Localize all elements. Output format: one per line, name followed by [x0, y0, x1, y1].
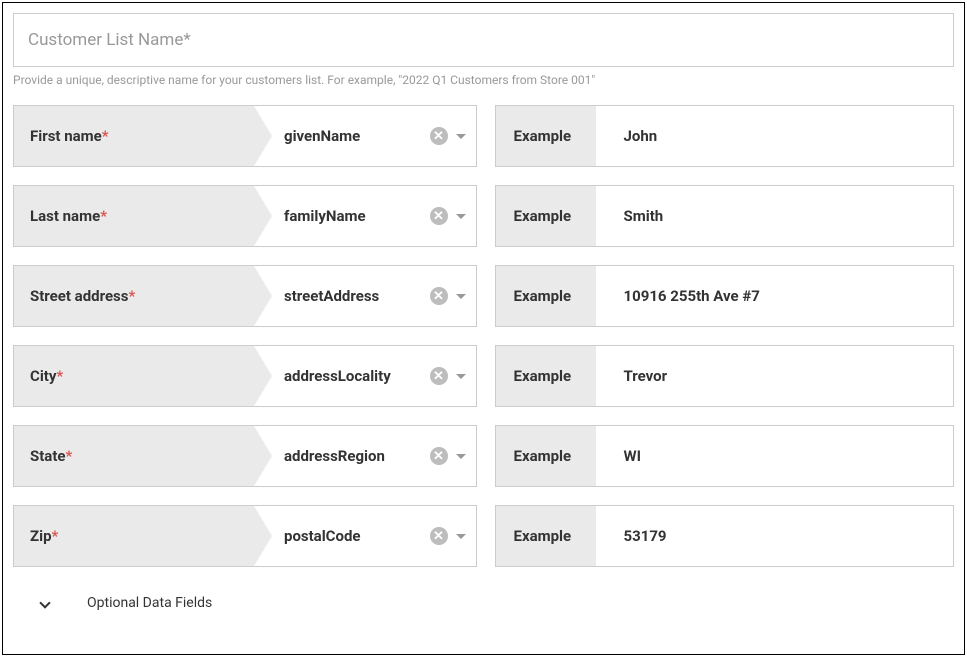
- example-value: Smith: [596, 186, 954, 246]
- chevron-down-icon[interactable]: [456, 374, 466, 379]
- field-label-text: State: [30, 447, 66, 465]
- field-mapping-box: Last name* familyName ✕: [13, 185, 477, 247]
- field-label: Last name*: [14, 186, 254, 246]
- example-label: Example: [496, 506, 596, 566]
- clear-icon[interactable]: ✕: [430, 367, 448, 385]
- field-mapping-select[interactable]: familyName ✕: [254, 186, 476, 246]
- field-label: First name*: [14, 106, 254, 166]
- example-label: Example: [496, 346, 596, 406]
- example-value: WI: [596, 426, 954, 486]
- field-label-text: Zip: [30, 527, 52, 545]
- field-mapping-box: Street address* streetAddress ✕: [13, 265, 477, 327]
- field-row: City* addressLocality ✕ ExampleTrevor: [13, 345, 954, 407]
- field-row: First name* givenName ✕ ExampleJohn: [13, 105, 954, 167]
- field-row: Last name* familyName ✕ ExampleSmith: [13, 185, 954, 247]
- clear-icon[interactable]: ✕: [430, 127, 448, 145]
- required-asterisk: *: [56, 367, 63, 385]
- required-asterisk: *: [66, 447, 73, 465]
- chevron-down-icon[interactable]: [456, 294, 466, 299]
- field-example-box: ExampleSmith: [495, 185, 955, 247]
- field-mapping-box: First name* givenName ✕: [13, 105, 477, 167]
- field-label: Street address*: [14, 266, 254, 326]
- field-mapping-value: familyName: [284, 207, 424, 225]
- chevron-down-icon: [39, 597, 50, 608]
- example-label: Example: [496, 186, 596, 246]
- clear-icon[interactable]: ✕: [430, 207, 448, 225]
- required-asterisk: *: [52, 527, 59, 545]
- optional-data-fields-toggle[interactable]: Optional Data Fields: [13, 595, 954, 611]
- field-label: City*: [14, 346, 254, 406]
- example-label: Example: [496, 266, 596, 326]
- chevron-down-icon[interactable]: [456, 214, 466, 219]
- customer-list-name-input[interactable]: [13, 13, 954, 67]
- field-label: State*: [14, 426, 254, 486]
- field-mapping-box: State* addressRegion ✕: [13, 425, 477, 487]
- field-mapping-value: addressRegion: [284, 447, 424, 465]
- field-example-box: Example53179: [495, 505, 955, 567]
- chevron-down-icon[interactable]: [456, 534, 466, 539]
- clear-icon[interactable]: ✕: [430, 527, 448, 545]
- field-mapping-select[interactable]: streetAddress ✕: [254, 266, 476, 326]
- field-row: Street address* streetAddress ✕ Example1091…: [13, 265, 954, 327]
- example-label: Example: [496, 426, 596, 486]
- field-mapping-select[interactable]: addressRegion ✕: [254, 426, 476, 486]
- field-mapping-value: streetAddress: [284, 287, 424, 305]
- field-label-text: First name: [30, 127, 102, 145]
- example-label: Example: [496, 106, 596, 166]
- field-example-box: Example10916 255th Ave #7: [495, 265, 955, 327]
- required-asterisk: *: [128, 287, 135, 305]
- name-hint: Provide a unique, descriptive name for y…: [13, 73, 954, 87]
- field-mapping-box: City* addressLocality ✕: [13, 345, 477, 407]
- form-container: Provide a unique, descriptive name for y…: [2, 2, 965, 655]
- example-value: John: [596, 106, 954, 166]
- clear-icon[interactable]: ✕: [430, 447, 448, 465]
- field-mapping-value: postalCode: [284, 527, 424, 545]
- field-mapping-select[interactable]: postalCode ✕: [254, 506, 476, 566]
- field-label-text: Street address: [30, 287, 128, 305]
- chevron-down-icon[interactable]: [456, 454, 466, 459]
- field-example-box: ExampleWI: [495, 425, 955, 487]
- field-row: State* addressRegion ✕ ExampleWI: [13, 425, 954, 487]
- example-value: 10916 255th Ave #7: [596, 266, 954, 326]
- field-mapping-select[interactable]: givenName ✕: [254, 106, 476, 166]
- field-mapping-box: Zip* postalCode ✕: [13, 505, 477, 567]
- field-mapping-value: addressLocality: [284, 367, 424, 385]
- field-label-text: City: [30, 367, 56, 385]
- field-mapping-value: givenName: [284, 127, 424, 145]
- field-mapping-select[interactable]: addressLocality ✕: [254, 346, 476, 406]
- field-label-text: Last name: [30, 207, 100, 225]
- example-value: Trevor: [596, 346, 954, 406]
- example-value: 53179: [596, 506, 954, 566]
- clear-icon[interactable]: ✕: [430, 287, 448, 305]
- required-asterisk: *: [100, 207, 107, 225]
- field-example-box: ExampleJohn: [495, 105, 955, 167]
- chevron-down-icon[interactable]: [456, 134, 466, 139]
- field-row: Zip* postalCode ✕ Example53179: [13, 505, 954, 567]
- optional-data-fields-label: Optional Data Fields: [87, 595, 212, 611]
- field-example-box: ExampleTrevor: [495, 345, 955, 407]
- required-asterisk: *: [102, 127, 109, 145]
- field-label: Zip*: [14, 506, 254, 566]
